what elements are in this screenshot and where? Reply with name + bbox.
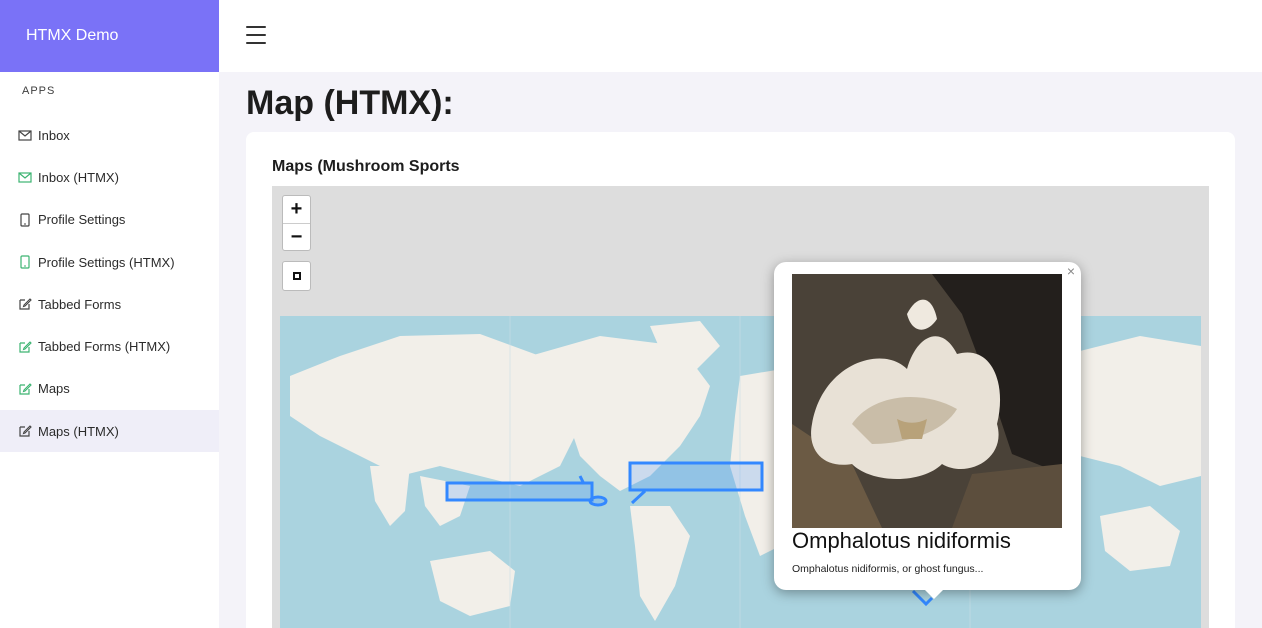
- sidebar-item-inbox-htmx[interactable]: Inbox (HTMX): [0, 156, 219, 198]
- sidebar-item-label: Maps (HTMX): [38, 423, 119, 439]
- zoom-in-button[interactable]: +: [283, 196, 310, 223]
- mail-icon: [18, 170, 32, 184]
- sidebar: HTMX Demo APPS Inbox Inbox (HTMX) Profile …: [0, 0, 219, 628]
- sidebar-item-label: Tabbed Forms (HTMX): [38, 339, 171, 355]
- drawn-ellipse[interactable]: [588, 495, 608, 507]
- sidebar-item-tabbed-forms[interactable]: Tabbed Forms: [0, 283, 219, 325]
- draw-rectangle-button[interactable]: [282, 261, 311, 291]
- phone-icon: [18, 255, 32, 269]
- sidebar-item-profile-settings-htmx[interactable]: Profile Settings (HTMX): [0, 241, 219, 283]
- card-title: Maps (Mushroom Sports: [272, 158, 460, 175]
- sidebar-item-maps[interactable]: Maps: [0, 368, 219, 410]
- edit-icon: [18, 382, 32, 396]
- map-view[interactable]: + − × Omphalotus nidiformis Omphalotus n…: [272, 186, 1209, 628]
- sidebar-item-label: Tabbed Forms: [38, 296, 122, 312]
- sidebar-item-maps-htmx[interactable]: Maps (HTMX): [0, 410, 219, 453]
- mushroom-photo: [792, 274, 1062, 528]
- edit-icon: [18, 297, 32, 311]
- sidebar-section-label: APPS: [22, 85, 56, 97]
- drawn-rectangle-pacific[interactable]: [445, 481, 594, 502]
- popup-description: Omphalotus nidiformis, or ghost fungus..…: [792, 563, 984, 575]
- sidebar-item-tabbed-forms-htmx[interactable]: Tabbed Forms (HTMX): [0, 325, 219, 367]
- map-popup: × Omphalotus nidiformis Omphalotus nidif…: [774, 262, 1081, 599]
- square-icon: [292, 272, 301, 280]
- sidebar-item-label: Inbox (HTMX): [38, 169, 119, 185]
- sidebar-nav: Inbox Inbox (HTMX) Profile Settings Profile…: [0, 114, 219, 453]
- sidebar-item-label: Profile Settings (HTMX): [38, 254, 175, 270]
- edit-icon: [18, 340, 32, 354]
- sidebar-item-label: Maps: [38, 381, 70, 397]
- popup-title: Omphalotus nidiformis: [792, 528, 1011, 553]
- sidebar-item-label: Inbox: [38, 127, 70, 143]
- drawn-rectangle-atlantic[interactable]: [628, 461, 764, 492]
- brand-logo[interactable]: HTMX Demo: [0, 0, 219, 72]
- sidebar-item-profile-settings[interactable]: Profile Settings: [0, 199, 219, 241]
- sidebar-item-inbox[interactable]: Inbox: [0, 114, 219, 156]
- popup-close-button[interactable]: ×: [1067, 263, 1075, 279]
- sidebar-item-label: Profile Settings: [38, 212, 126, 228]
- mail-icon: [18, 128, 32, 142]
- zoom-control: + −: [282, 195, 311, 251]
- popup-tip: [924, 589, 944, 599]
- edit-icon: [18, 424, 32, 438]
- phone-icon: [18, 213, 32, 227]
- map-card: Maps (Mushroom Sports + − × Omphalotus n…: [246, 132, 1235, 628]
- hamburger-menu-icon[interactable]: [246, 26, 266, 46]
- top-bar: [219, 0, 1262, 72]
- zoom-out-button[interactable]: −: [283, 223, 310, 250]
- page-title: Map (HTMX):: [246, 84, 454, 122]
